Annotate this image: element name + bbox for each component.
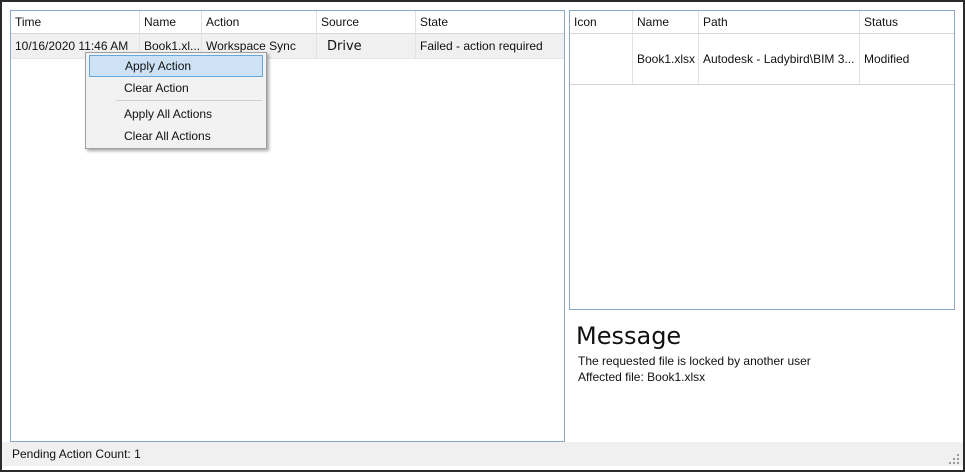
column-header-name[interactable]: Name xyxy=(140,11,202,33)
status-bar: Pending Action Count: 1 xyxy=(2,442,963,466)
row-file-name: Book1.xlsx xyxy=(633,34,699,84)
row-status: Modified xyxy=(864,52,910,66)
files-grid-panel[interactable]: Icon Name Path Status Book1.xlsx Autodes… xyxy=(569,10,955,310)
column-header-icon[interactable]: Icon xyxy=(570,11,633,33)
column-header-file-name[interactable]: Name xyxy=(633,11,699,33)
menu-item-apply-all-actions[interactable]: Apply All Actions xyxy=(89,103,263,125)
column-header-status[interactable]: Status xyxy=(860,11,955,33)
message-title: Message xyxy=(576,322,682,350)
files-grid-header: Icon Name Path Status xyxy=(570,11,954,34)
resize-grip-icon[interactable] xyxy=(947,452,959,464)
column-header-action[interactable]: Action xyxy=(202,11,317,33)
message-line: Affected file: Book1.xlsx xyxy=(578,370,706,384)
column-header-time[interactable]: Time xyxy=(11,11,140,33)
files-grid: Icon Name Path Status Book1.xlsx Autodes… xyxy=(570,11,954,85)
menu-item-apply-action[interactable]: Apply Action xyxy=(89,55,263,77)
row-source: Drive xyxy=(317,34,416,58)
column-header-path[interactable]: Path xyxy=(699,11,860,33)
table-row[interactable]: Book1.xlsx Autodesk - Ladybird\BIM 3... … xyxy=(570,34,954,85)
row-path: Autodesk - Ladybird\BIM 3... xyxy=(699,34,860,84)
pending-action-count: Pending Action Count: 1 xyxy=(12,447,141,461)
column-header-state[interactable]: State xyxy=(416,11,566,33)
menu-item-clear-action[interactable]: Clear Action xyxy=(89,77,263,99)
actions-grid-header: Time Name Action Source State xyxy=(11,11,564,34)
column-header-source[interactable]: Source xyxy=(317,11,416,33)
row-icon xyxy=(570,34,633,84)
message-line: The requested file is locked by another … xyxy=(578,354,811,368)
menu-separator xyxy=(116,100,262,101)
context-menu: Apply Action Clear Action Apply All Acti… xyxy=(85,52,267,149)
row-state: Failed - action required xyxy=(420,39,543,53)
menu-item-clear-all-actions[interactable]: Clear All Actions xyxy=(89,125,263,147)
